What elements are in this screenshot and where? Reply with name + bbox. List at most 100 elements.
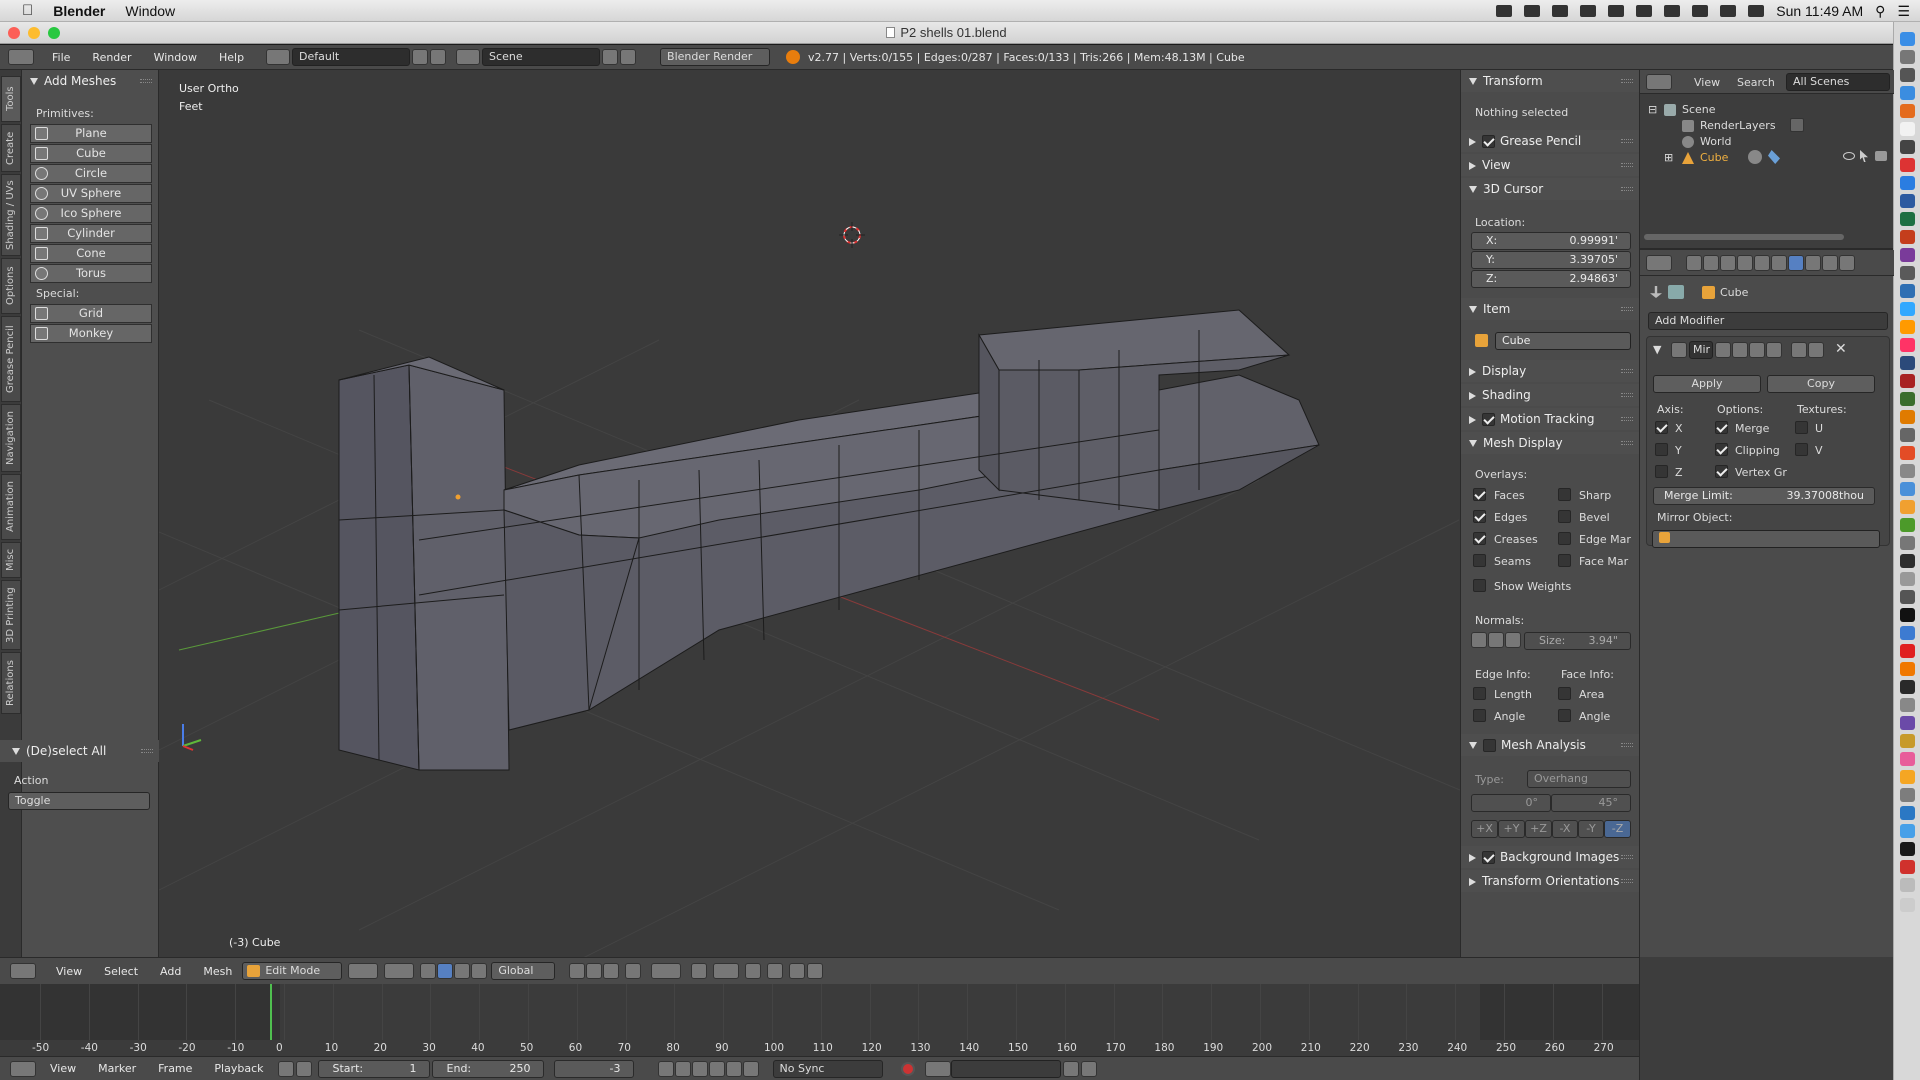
- 3d-cursor-icon[interactable]: [839, 222, 865, 248]
- powerpoint-icon[interactable]: [1900, 230, 1915, 244]
- drag-grip-icon[interactable]: [1621, 879, 1633, 883]
- drag-grip-icon[interactable]: [1621, 163, 1633, 167]
- acrobat-icon[interactable]: [1900, 374, 1915, 388]
- clock[interactable]: Sun 11:49 AM: [1776, 3, 1863, 19]
- camera-icon[interactable]: [1524, 5, 1541, 17]
- app-icon[interactable]: [1900, 788, 1915, 802]
- face-normals-icon[interactable]: [1505, 632, 1521, 648]
- layout-icon[interactable]: [266, 49, 291, 65]
- render-engine-dropdown[interactable]: Blender Render: [660, 48, 771, 66]
- viewport-canvas[interactable]: [159, 70, 1460, 957]
- merge-checkbox[interactable]: [1715, 421, 1728, 434]
- drag-grip-icon[interactable]: [1621, 139, 1633, 143]
- onenote-icon[interactable]: [1900, 248, 1915, 262]
- texture-v-checkbox[interactable]: [1795, 443, 1808, 456]
- cursor-z-field[interactable]: Z: 2.94863': [1471, 270, 1631, 288]
- merge-limit-field[interactable]: Merge Limit: 39.37008thou: [1653, 487, 1875, 505]
- add-circle-button[interactable]: Circle: [30, 164, 152, 183]
- firefox-icon[interactable]: [1900, 104, 1915, 118]
- end-frame-field[interactable]: End: 250: [431, 1059, 544, 1078]
- drag-grip-icon[interactable]: [141, 749, 153, 753]
- visibility-eye-icon[interactable]: [1843, 152, 1855, 160]
- cursor-x-field[interactable]: X: 0.99991': [1471, 232, 1631, 250]
- translate-manipulator-icon[interactable]: [437, 963, 454, 979]
- mode-dropdown[interactable]: Edit Mode: [242, 962, 343, 980]
- edge-select-icon[interactable]: [586, 963, 603, 979]
- vertex-groups-checkbox[interactable]: [1715, 465, 1728, 478]
- axis-pos-z-button[interactable]: +Z: [1525, 820, 1552, 838]
- app-icon[interactable]: [1900, 536, 1915, 550]
- calendar-icon[interactable]: [1900, 158, 1915, 172]
- 3d-view-editor-type-icon[interactable]: [10, 963, 36, 979]
- app-icon[interactable]: [1900, 878, 1915, 892]
- add-ico-sphere-button[interactable]: Ico Sphere: [30, 204, 152, 223]
- add-torus-button[interactable]: Torus: [30, 264, 152, 283]
- copy-button[interactable]: Copy: [1767, 375, 1875, 393]
- creative-cloud-icon[interactable]: [1496, 5, 1513, 17]
- app-icon[interactable]: [1900, 500, 1915, 514]
- app-icon[interactable]: [1900, 680, 1915, 694]
- mesh-display-panel-header[interactable]: Mesh Display: [1461, 432, 1639, 454]
- chrome-icon[interactable]: [1900, 446, 1915, 460]
- notes-icon[interactable]: [1900, 122, 1915, 136]
- remove-scene-icon[interactable]: [620, 49, 637, 65]
- clipping-checkbox[interactable]: [1715, 443, 1728, 456]
- opengl-anim-icon[interactable]: [807, 963, 824, 979]
- rotate-manipulator-icon[interactable]: [454, 963, 471, 979]
- word-icon[interactable]: [1900, 194, 1915, 208]
- opengl-render-icon[interactable]: [789, 963, 806, 979]
- lock-frames-icon[interactable]: [295, 1060, 312, 1077]
- app-icon[interactable]: [1900, 482, 1915, 496]
- trash-icon[interactable]: [1900, 898, 1915, 912]
- pivot-point-icon[interactable]: [384, 963, 415, 979]
- render-tab-icon[interactable]: [1686, 255, 1702, 271]
- modifier-wrench-icon[interactable]: [1768, 150, 1780, 164]
- face-select-icon[interactable]: [603, 963, 620, 979]
- vertex-select-icon[interactable]: [569, 963, 586, 979]
- snap-toggle-icon[interactable]: [691, 963, 708, 979]
- axis-neg-z-button[interactable]: -Z: [1604, 820, 1631, 838]
- app-icon[interactable]: [1900, 842, 1915, 856]
- add-monkey-button[interactable]: Monkey: [30, 324, 152, 343]
- creases-checkbox[interactable]: [1473, 532, 1486, 545]
- excel-icon[interactable]: [1900, 212, 1915, 226]
- record-icon[interactable]: [900, 1061, 915, 1076]
- snap-element-icon[interactable]: [713, 963, 740, 979]
- expand-cube-icon[interactable]: ⊞: [1664, 151, 1673, 164]
- jump-keyframe-back-icon[interactable]: [674, 1060, 691, 1077]
- scene-tab-icon[interactable]: [1720, 255, 1736, 271]
- mirror-object-field[interactable]: [1652, 530, 1880, 548]
- app-icon[interactable]: [1900, 590, 1915, 604]
- tab-navigation[interactable]: Navigation: [1, 404, 21, 472]
- remove-layout-icon[interactable]: [430, 49, 447, 65]
- app-icon[interactable]: [1900, 860, 1915, 874]
- mesh-data-icon[interactable]: [1748, 150, 1762, 164]
- drag-grip-icon[interactable]: [1621, 441, 1633, 445]
- drag-grip-icon[interactable]: [1621, 743, 1633, 747]
- render-camera-icon[interactable]: [1875, 151, 1887, 161]
- app-icon[interactable]: [1900, 752, 1915, 766]
- preview-range-icon[interactable]: [277, 1060, 294, 1077]
- transform-panel-header[interactable]: Transform: [1461, 70, 1639, 92]
- remove-modifier-icon[interactable]: ✕: [1835, 341, 1847, 357]
- add-menu[interactable]: Add: [160, 965, 181, 978]
- app-icon[interactable]: [1900, 356, 1915, 370]
- add-meshes-panel-header[interactable]: Add Meshes: [22, 70, 158, 92]
- timeline-current-frame-indicator[interactable]: [270, 984, 272, 1040]
- modifier-cage-toggle-icon[interactable]: [1766, 342, 1782, 358]
- layout-field[interactable]: Default: [292, 48, 411, 66]
- app-icon[interactable]: [1900, 824, 1915, 838]
- eject-icon[interactable]: [1636, 5, 1653, 17]
- normal-size-field[interactable]: Size: 3.94": [1524, 632, 1631, 650]
- properties-editor-type-icon[interactable]: [1646, 255, 1672, 271]
- add-layout-icon[interactable]: [412, 49, 429, 65]
- action-dropdown[interactable]: Toggle: [8, 792, 150, 810]
- finder-icon[interactable]: [1900, 32, 1915, 46]
- move-down-icon[interactable]: [1808, 342, 1824, 358]
- world-tab-icon[interactable]: [1737, 255, 1753, 271]
- add-scene-icon[interactable]: [602, 49, 619, 65]
- indesign-icon[interactable]: [1900, 338, 1915, 352]
- 3d-viewport[interactable]: User Ortho Feet (-3) Cube: [159, 70, 1460, 957]
- outliner-scrollbar[interactable]: [1644, 234, 1844, 240]
- vertex-normals-icon[interactable]: [1471, 632, 1487, 648]
